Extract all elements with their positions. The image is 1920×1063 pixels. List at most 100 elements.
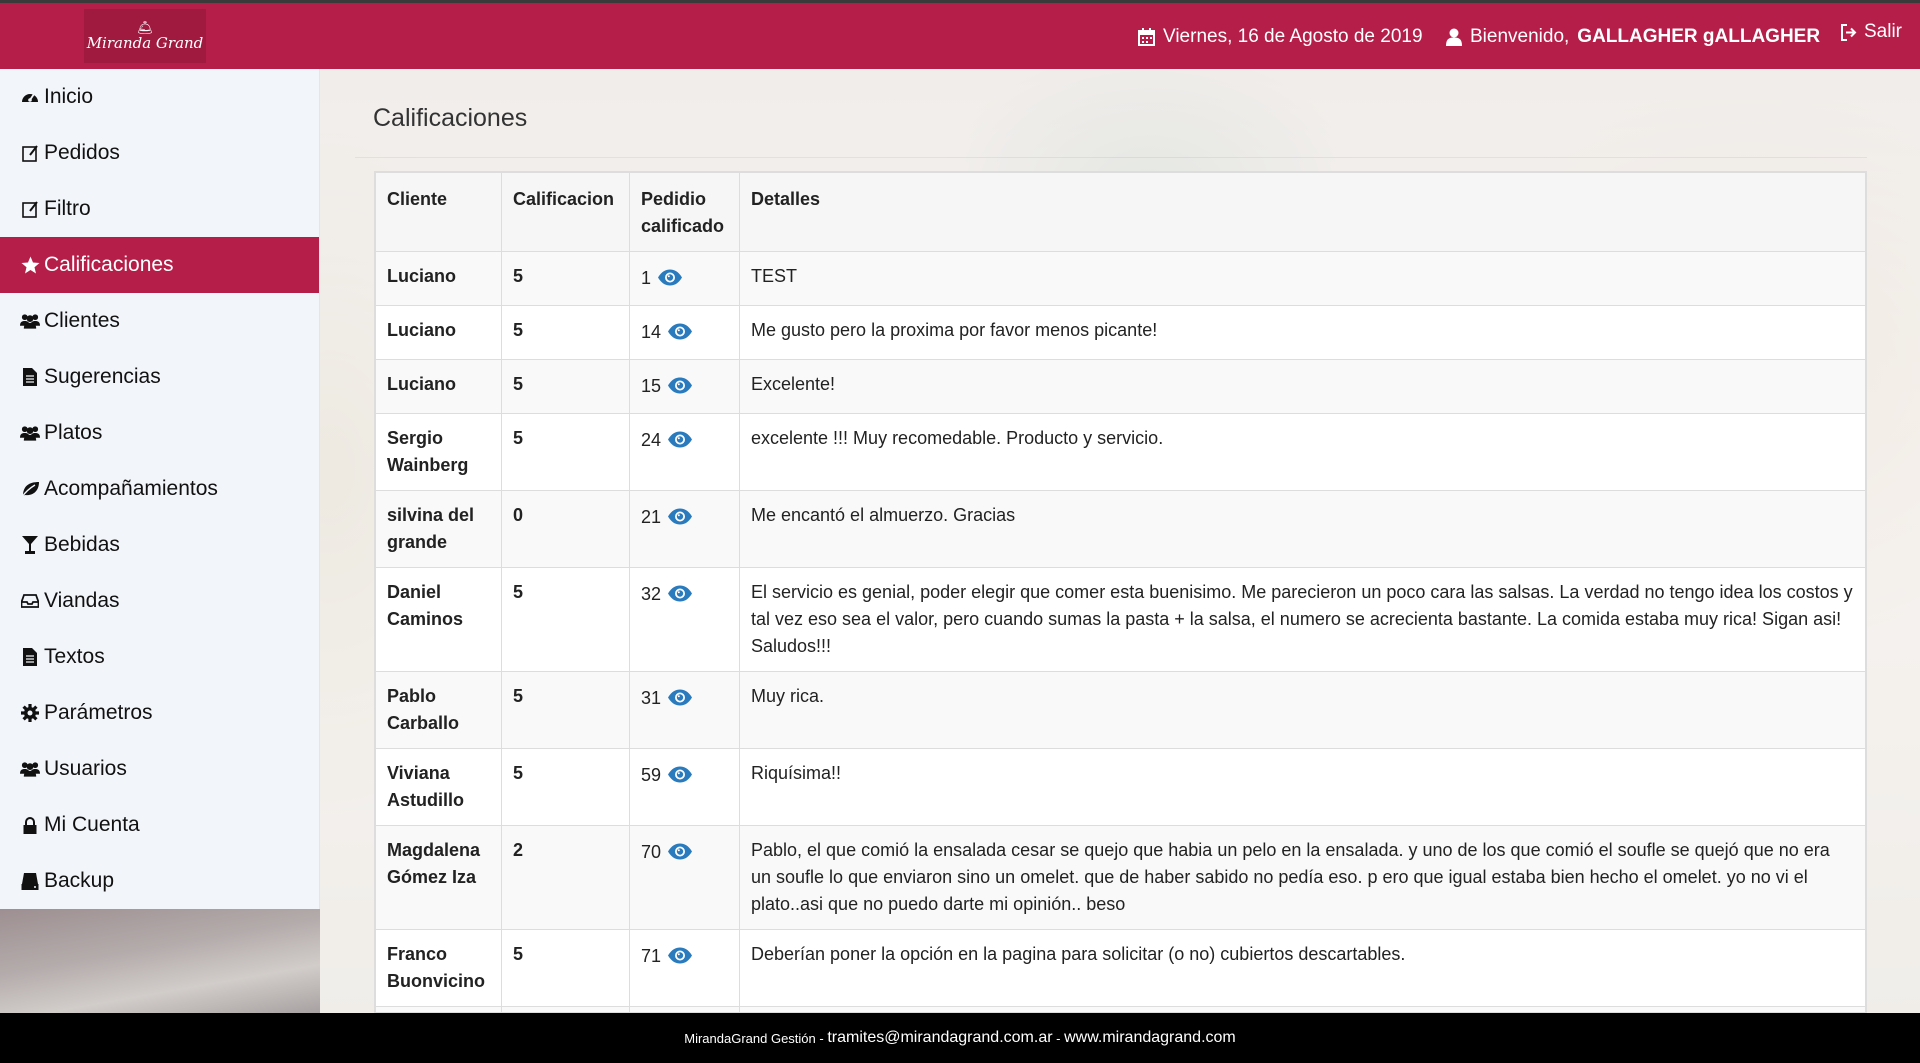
sidebar-item-label: Platos [44,421,103,444]
sidebar-nav: Inicio Pedidos Filtro Calificaciones Cliente… [0,69,320,909]
table-row: Luciano 5 15 Excelente! [375,359,1866,414]
logout-label: Salir [1864,21,1903,42]
gear-icon [20,704,40,722]
cell-detalles: Riquísima!! [739,748,1866,826]
sidebar-item-label: Calificaciones [44,253,174,276]
users-icon [20,313,40,329]
sidebar-item-usuarios[interactable]: Usuarios [0,741,319,797]
star-icon [20,256,40,274]
sidebar-item-sugerencias[interactable]: Sugerencias [0,349,319,405]
cell-pedido: 31 [629,671,740,749]
footer-separator: - [815,1030,828,1046]
sidebar-item-pedidos[interactable]: Pedidos [0,125,319,181]
column-header-calificacion: Calificacion [501,172,630,252]
sidebar-item-backup[interactable]: Backup [0,853,319,909]
cell-cliente: Daniel Caminos [375,567,502,672]
cell-cliente: Luciano [375,359,502,414]
table-row: Daniel Caminos 5 32 El servicio es genial, … [375,567,1866,672]
user-name: GALLAGHER gALLAGHER [1577,26,1821,47]
brand-logo[interactable]: 🛎 Miranda Grand [84,9,206,63]
sidebar-item-calificaciones[interactable]: Calificaciones [0,237,319,293]
sidebar-item-label: Backup [44,869,115,892]
order-number: 31 [641,688,662,708]
cell-calificacion: 5 [501,305,630,360]
cell-pedido: 24 [629,413,740,491]
cell-calificacion: 2 [501,825,630,930]
sidebar-item-label: Usuarios [44,757,127,780]
view-order-eye-icon[interactable] [667,429,693,456]
view-order-eye-icon[interactable] [667,321,693,348]
ratings-table-container[interactable]: Cliente Calificacion Pedidio calificado … [374,171,1867,1013]
cell-calificacion: 5 [501,567,630,672]
cell-cliente: Magdalena Gómez Iza [375,825,502,930]
lock-icon [20,816,40,834]
sidebar-item-label: Filtro [44,197,91,220]
edit-icon [20,144,40,162]
column-header-pedido: Pedidio calificado [629,172,740,252]
sidebar-background-photo [0,909,320,1013]
view-order-eye-icon[interactable] [667,764,693,791]
footer-email-link[interactable]: tramites@mirandagrand.com.ar [827,1029,1052,1047]
table-row: Viviana Astudillo 5 59 Riquísima!! [375,748,1866,826]
users-icon [20,761,40,777]
cell-detalles: Me encantó el almuerzo. Gracias [739,490,1866,568]
sidebar-item-label: Bebidas [44,533,120,556]
view-order-eye-icon[interactable] [667,841,693,868]
table-row: silvina del grande 0 21 Me encantó el almue… [375,490,1866,568]
table-row: Luciano 5 14 Me gusto pero la proxima por f… [375,305,1866,360]
users-icon [20,425,40,441]
table-row: Luciano 5 1 TEST [375,251,1866,306]
ratings-table: Cliente Calificacion Pedidio calificado … [375,172,1866,1012]
cell-calificacion: 5 [501,929,630,1007]
cell-detalles: Deberían poner la opción en la pagina pa… [739,929,1866,1007]
cell-pedido: 15 [629,359,740,414]
view-order-eye-icon[interactable] [667,945,693,972]
glass-icon [20,536,40,554]
cell-pedido: 32 [629,567,740,672]
view-order-eye-icon[interactable] [667,687,693,714]
sidebar-item-textos[interactable]: Textos [0,629,319,685]
cell-pedido: 70 [629,825,740,930]
cell-pedido: 71 [629,929,740,1007]
sidebar-item-viandas[interactable]: Viandas [0,573,319,629]
sidebar-item-label: Acompañamientos [44,477,218,500]
top-bar: 🛎 Miranda Grand Viernes, 16 de Agosto de… [0,0,1920,69]
sidebar-item-bebidas[interactable]: Bebidas [0,517,319,573]
order-number: 14 [641,322,662,342]
view-order-eye-icon[interactable] [657,267,683,294]
cell-cliente: Luciano [375,305,502,360]
cell-pedido: 14 [629,305,740,360]
user-icon [1446,28,1462,46]
welcome-user: Bienvenido, GALLAGHER gALLAGHER [1446,26,1820,48]
table-row: Franco Buonvicino 5 71 Deberían poner la op… [375,929,1866,1007]
cell-calificacion: 5 [501,413,630,491]
sidebar-item-inicio[interactable]: Inicio [0,69,319,125]
logout-button[interactable]: Salir [1840,21,1902,43]
order-number: 1 [641,268,652,288]
view-order-eye-icon[interactable] [667,375,693,402]
view-order-eye-icon[interactable] [667,583,693,610]
dashboard-icon [20,89,40,105]
calendar-icon [1138,28,1155,46]
sidebar-item-parametros[interactable]: Parámetros [0,685,319,741]
sidebar-item-label: Inicio [44,85,94,108]
page-title: Calificaciones [373,104,528,132]
sidebar-item-label: Sugerencias [44,365,161,388]
footer: MirandaGrand Gestión - tramites@mirandag… [0,1013,1920,1063]
view-order-eye-icon[interactable] [667,506,693,533]
sidebar-item-platos[interactable]: Platos [0,405,319,461]
logo-text: Miranda Grand [86,33,204,52]
edit-icon [20,200,40,218]
cell-detalles: Me gusto pero la proxima por favor menos… [739,305,1866,360]
footer-website-link[interactable]: www.mirandagrand.com [1064,1029,1236,1047]
sidebar-item-mi-cuenta[interactable]: Mi Cuenta [0,797,319,853]
sidebar-item-acompanamientos[interactable]: Acompañamientos [0,461,319,517]
sidebar-item-filtro[interactable]: Filtro [0,181,319,237]
table-row: Magdalena Gómez Iza 2 70 Pablo, el que comi… [375,825,1866,930]
sidebar-item-clientes[interactable]: Clientes [0,293,319,349]
cell-detalles: Pablo, el que comió la ensalada cesar se… [739,825,1866,930]
cell-cliente: silvina del grande [375,490,502,568]
cell-calificacion: 0 [501,490,630,568]
cell-calificacion: 5 [501,359,630,414]
cell-cliente: Luciano [375,251,502,306]
